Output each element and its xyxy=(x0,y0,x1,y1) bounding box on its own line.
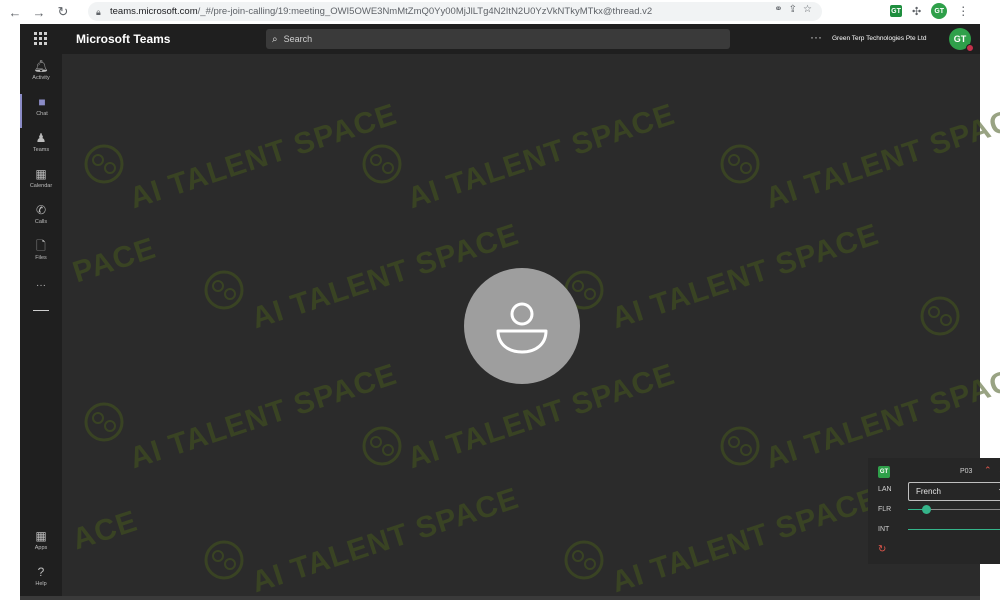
language-label: LAN xyxy=(878,486,892,493)
sidebar-item-chat[interactable]: ■ Chat xyxy=(20,94,62,128)
bell-icon: 🔔︎ xyxy=(33,59,49,73)
sidebar-item-calls[interactable]: ✆ Calls xyxy=(20,202,62,236)
chat-icon: ■ xyxy=(38,95,46,109)
chevron-up-icon[interactable]: ⌃ xyxy=(984,465,992,476)
presence-status-icon xyxy=(966,44,974,52)
watermark-text: AI TALENT SPACE xyxy=(761,97,1000,216)
extensions-puzzle-icon[interactable]: ✣ xyxy=(912,5,921,18)
slider-thumb[interactable] xyxy=(922,505,931,514)
browser-menu-icon[interactable]: ⋮ xyxy=(957,4,969,18)
watermark-text: AI TALENT SPACE xyxy=(125,97,402,216)
app-title: Microsoft Teams xyxy=(76,32,171,46)
app-sidebar: 🔔︎ Activity ■ Chat ♟ Teams ▦ Calendar ✆ … xyxy=(20,54,62,600)
share-icon[interactable]: ⇪ xyxy=(789,4,797,15)
watermark-logo-icon xyxy=(84,402,124,442)
address-bar[interactable]: 🔒︎ teams.microsoft.com/_#/pre-join-calli… xyxy=(88,2,822,21)
star-icon[interactable]: ☆ xyxy=(803,4,812,15)
app-header: Microsoft Teams ⌕ Search ··· Green Terp … xyxy=(20,24,980,54)
sidebar-item-calendar[interactable]: ▦ Calendar xyxy=(20,166,62,200)
participant-avatar xyxy=(464,268,580,384)
organization-name[interactable]: Green Terp Technologies Pte Ltd xyxy=(832,35,926,42)
calendar-icon: ▦ xyxy=(35,167,47,181)
watermark-text: AI TALENT SPACE xyxy=(403,97,680,216)
sidebar-item-teams[interactable]: ♟ Teams xyxy=(20,130,62,164)
language-value: French xyxy=(916,487,941,496)
teams-icon: ♟ xyxy=(35,131,47,145)
phone-icon: ✆ xyxy=(35,203,47,217)
app-launcher-icon[interactable] xyxy=(34,32,48,46)
widget-code: P03 xyxy=(960,468,973,475)
url-text: teams.microsoft.com/_#/pre-join-calling/… xyxy=(110,6,653,17)
sidebar-item-apps[interactable]: ▦ Apps xyxy=(20,528,62,562)
watermark-text: AI TALENT SPACE xyxy=(607,481,884,600)
person-icon xyxy=(496,302,548,354)
translation-widget: GT P03 ⌃ ⌄ LAN French FLR INT ↻ ⏻ xyxy=(868,458,1000,564)
watermark-logo-icon xyxy=(720,426,760,466)
teams-app: Microsoft Teams ⌕ Search ··· Green Terp … xyxy=(20,24,1000,600)
watermark-logo-icon xyxy=(84,144,124,184)
int-label: INT xyxy=(878,526,890,533)
browser-toolbar: ← → ↻ 🔒︎ teams.microsoft.com/_#/pre-join… xyxy=(0,0,1000,24)
search-placeholder: Search xyxy=(283,34,313,44)
flr-slider[interactable] xyxy=(908,504,1000,516)
watermark-text: ACE xyxy=(68,504,142,557)
language-select[interactable]: French xyxy=(908,482,1000,501)
file-icon: 🗋︎ xyxy=(36,239,46,253)
watermark-logo-icon xyxy=(204,270,244,310)
extension-gt-icon[interactable]: GT xyxy=(890,5,902,17)
sidebar-item-files[interactable]: 🗋︎ Files xyxy=(20,238,62,272)
refresh-icon[interactable]: ↻ xyxy=(878,544,886,555)
watermark-logo-icon xyxy=(564,540,604,580)
watermark-text: AI TALENT SPACE xyxy=(247,481,524,600)
slider-fill xyxy=(908,529,1000,530)
meeting-stage: AI TALENT SPACE AI TALENT SPACE AI TALEN… xyxy=(62,54,1000,600)
watermark-logo-icon xyxy=(362,426,402,466)
search-input[interactable]: ⌕ Search xyxy=(266,29,730,49)
microphone-icon[interactable]: ⚭ xyxy=(774,4,782,15)
watermark-text: AI TALENT SPACE xyxy=(607,217,884,336)
bottom-strip xyxy=(20,596,980,600)
int-slider[interactable] xyxy=(908,524,1000,536)
forward-arrow-icon[interactable]: → xyxy=(30,3,48,21)
sidebar-item-help[interactable]: ? Help xyxy=(20,564,62,598)
reload-icon[interactable]: ↻ xyxy=(54,3,72,21)
watermark-logo-icon xyxy=(204,540,244,580)
search-icon: ⌕ xyxy=(272,33,278,45)
lock-icon: 🔒︎ xyxy=(96,7,101,17)
more-options-button[interactable]: ··· xyxy=(810,30,822,44)
watermark-logo-icon xyxy=(362,144,402,184)
profile-avatar[interactable]: GT xyxy=(931,3,948,19)
apps-icon: ▦ xyxy=(35,529,47,543)
watermark-text: AI TALENT SPACE xyxy=(125,357,402,476)
sidebar-item-activity[interactable]: 🔔︎ Activity xyxy=(20,58,62,92)
sidebar-divider xyxy=(33,310,49,311)
sidebar-more-button[interactable]: ··· xyxy=(20,280,62,291)
watermark-logo-icon xyxy=(720,144,760,184)
help-icon: ? xyxy=(37,565,45,579)
watermark-text: PACE xyxy=(68,231,160,290)
widget-logo: GT xyxy=(878,466,890,478)
back-arrow-icon[interactable]: ← xyxy=(6,3,24,21)
flr-label: FLR xyxy=(878,506,892,513)
watermark-logo-icon xyxy=(920,296,960,336)
